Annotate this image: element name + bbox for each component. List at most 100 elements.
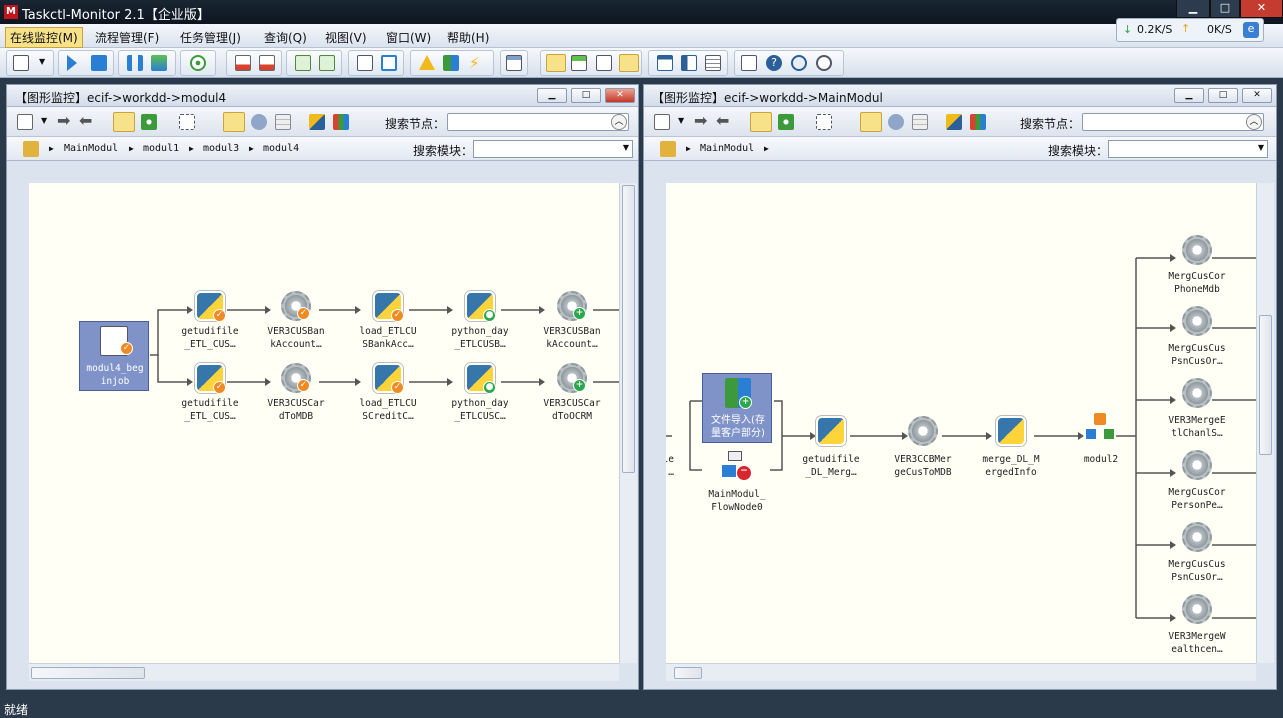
breadcrumb-item[interactable]: modul3 [203,143,239,154]
menu-help[interactable]: 帮助(H) [443,28,493,47]
left-forward-icon[interactable]: ➡ [57,111,70,130]
gear-task-icon[interactable]: ✓ [281,363,311,393]
gear-task-icon[interactable] [1182,306,1212,336]
python-task-icon[interactable]: ✓ [195,363,226,394]
new-window-icon[interactable] [13,55,29,71]
left-dropdown-arrow-icon[interactable]: ▼ [41,116,47,125]
right-group-icon[interactable] [970,114,986,130]
calendar-icon[interactable] [506,55,522,71]
right-vertical-scrollbar[interactable] [1256,183,1274,663]
frame-icon[interactable] [357,55,373,71]
right-horizontal-scrollbar[interactable] [666,663,1256,681]
pause-icon[interactable] [127,55,143,71]
start-job-node[interactable]: ✓ modul4_beg injob [79,321,149,391]
left-hscroll-thumb[interactable] [31,667,145,679]
menu-online-monitor[interactable]: 在线监控(M) [5,27,83,48]
split-horizontal-icon[interactable] [657,55,673,71]
left-refresh-icon[interactable] [141,114,157,130]
split-vertical-icon[interactable] [681,55,697,71]
dropdown-arrow-icon[interactable]: ▼ [39,57,45,66]
layout-top-icon[interactable] [571,55,587,71]
gear-task-icon[interactable]: ✓ [281,291,311,321]
menu-window[interactable]: 窗口(W) [382,28,435,47]
python-task-icon[interactable]: ✓ [373,291,404,322]
properties-icon[interactable] [741,55,757,71]
right-forward-icon[interactable]: ➡ [694,111,707,130]
python-task-icon[interactable]: ✓ [373,363,404,394]
gear-task-icon[interactable] [1182,522,1212,552]
right-flow-canvas[interactable]: le … + 文件导入(存 量客户部分) − MainModul_ FlowNo… [666,183,1256,663]
right-dropdown-arrow-icon[interactable]: ▼ [678,116,684,125]
left-close-icon[interactable]: ✕ [605,88,635,103]
breadcrumb-item[interactable]: MainModul [700,143,754,154]
left-search-node-input[interactable] [447,113,629,131]
module-node-icon[interactable] [1086,413,1116,447]
left-vertical-scrollbar[interactable] [619,183,637,663]
gear-task-icon[interactable] [1182,450,1212,480]
minimize-icon[interactable]: ▁ [1176,0,1210,18]
maximize-icon[interactable]: □ [1210,0,1240,18]
python-task-icon[interactable] [996,416,1026,446]
left-maximize-icon[interactable]: □ [571,88,601,103]
cascade-icon[interactable] [705,55,721,71]
browser-icon[interactable]: e [1243,22,1259,38]
menu-query[interactable]: 查询(Q) [260,28,311,47]
left-horizontal-scrollbar[interactable] [29,663,619,681]
statistics-icon[interactable] [295,55,311,71]
run-icon[interactable] [67,55,77,71]
right-vscroll-thumb[interactable] [1259,315,1272,455]
broadcast-icon[interactable] [816,55,832,71]
left-select-icon[interactable] [179,114,195,130]
python-task-icon[interactable]: ● [465,363,496,394]
flow-node-icon[interactable]: − [722,451,752,481]
left-flow-canvas[interactable]: ✓ modul4_beg injob ✓ getudifile _ETL_CUS… [29,183,619,663]
breadcrumb-item[interactable]: MainModul [64,143,118,154]
python-task-icon[interactable] [816,416,846,446]
right-minimize-icon[interactable]: ▁ [1174,88,1204,103]
right-close-icon[interactable]: ✕ [1242,88,1272,103]
right-new-icon[interactable] [654,114,670,130]
left-database-icon[interactable] [275,114,291,130]
left-group-icon[interactable] [333,114,349,130]
menu-view[interactable]: 视图(V) [321,28,371,47]
left-edit-icon[interactable] [309,114,325,130]
right-select-icon[interactable] [816,114,832,130]
gear-task-icon[interactable] [908,416,938,446]
breadcrumb-item[interactable]: modul1 [143,143,179,154]
flow-edit-icon[interactable] [259,55,275,71]
fit-window-icon[interactable] [381,55,397,71]
breadcrumb-item[interactable]: modul4 [263,143,299,154]
left-minimize-icon[interactable]: ▁ [537,88,567,103]
right-fit-icon[interactable] [860,112,882,132]
resume-icon[interactable] [151,55,167,71]
left-folder-icon[interactable] [23,141,39,157]
layout-list-icon[interactable] [546,54,566,72]
right-back-icon[interactable]: ⬅ [716,111,729,130]
right-search-node-input[interactable] [1082,113,1264,131]
left-highlight-icon[interactable] [113,112,135,132]
flow-view-icon[interactable] [235,55,251,71]
lightning-icon[interactable]: ⚡ [469,54,480,72]
left-search-toggle-icon[interactable]: ︿ [611,114,627,130]
gear-task-icon[interactable] [1182,378,1212,408]
right-search-toggle-icon[interactable]: ︿ [1246,114,1262,130]
stop-icon[interactable] [91,55,107,71]
left-fit-icon[interactable] [223,112,245,132]
locate-icon[interactable] [190,55,206,71]
search-globe-icon[interactable] [791,55,807,71]
layout-single-icon[interactable] [596,55,612,71]
right-database-icon[interactable] [912,114,928,130]
left-vscroll-thumb[interactable] [622,185,635,473]
right-search-module-select[interactable]: ▼ [1108,140,1268,158]
left-new-icon[interactable] [17,114,33,130]
python-task-icon[interactable]: ● [465,291,496,322]
gear-task-icon[interactable]: + [557,363,587,393]
right-view-icon[interactable] [888,114,904,130]
warning-icon[interactable] [419,55,435,70]
right-folder-icon[interactable] [660,141,676,157]
left-back-icon[interactable]: ⬅ [79,111,92,130]
right-hscroll-thumb[interactable] [674,667,702,679]
menu-task-management[interactable]: 任务管理(J) [176,28,245,47]
file-import-group-node[interactable]: + 文件导入(存 量客户部分) [702,373,772,443]
help-icon[interactable]: ? [766,55,782,71]
